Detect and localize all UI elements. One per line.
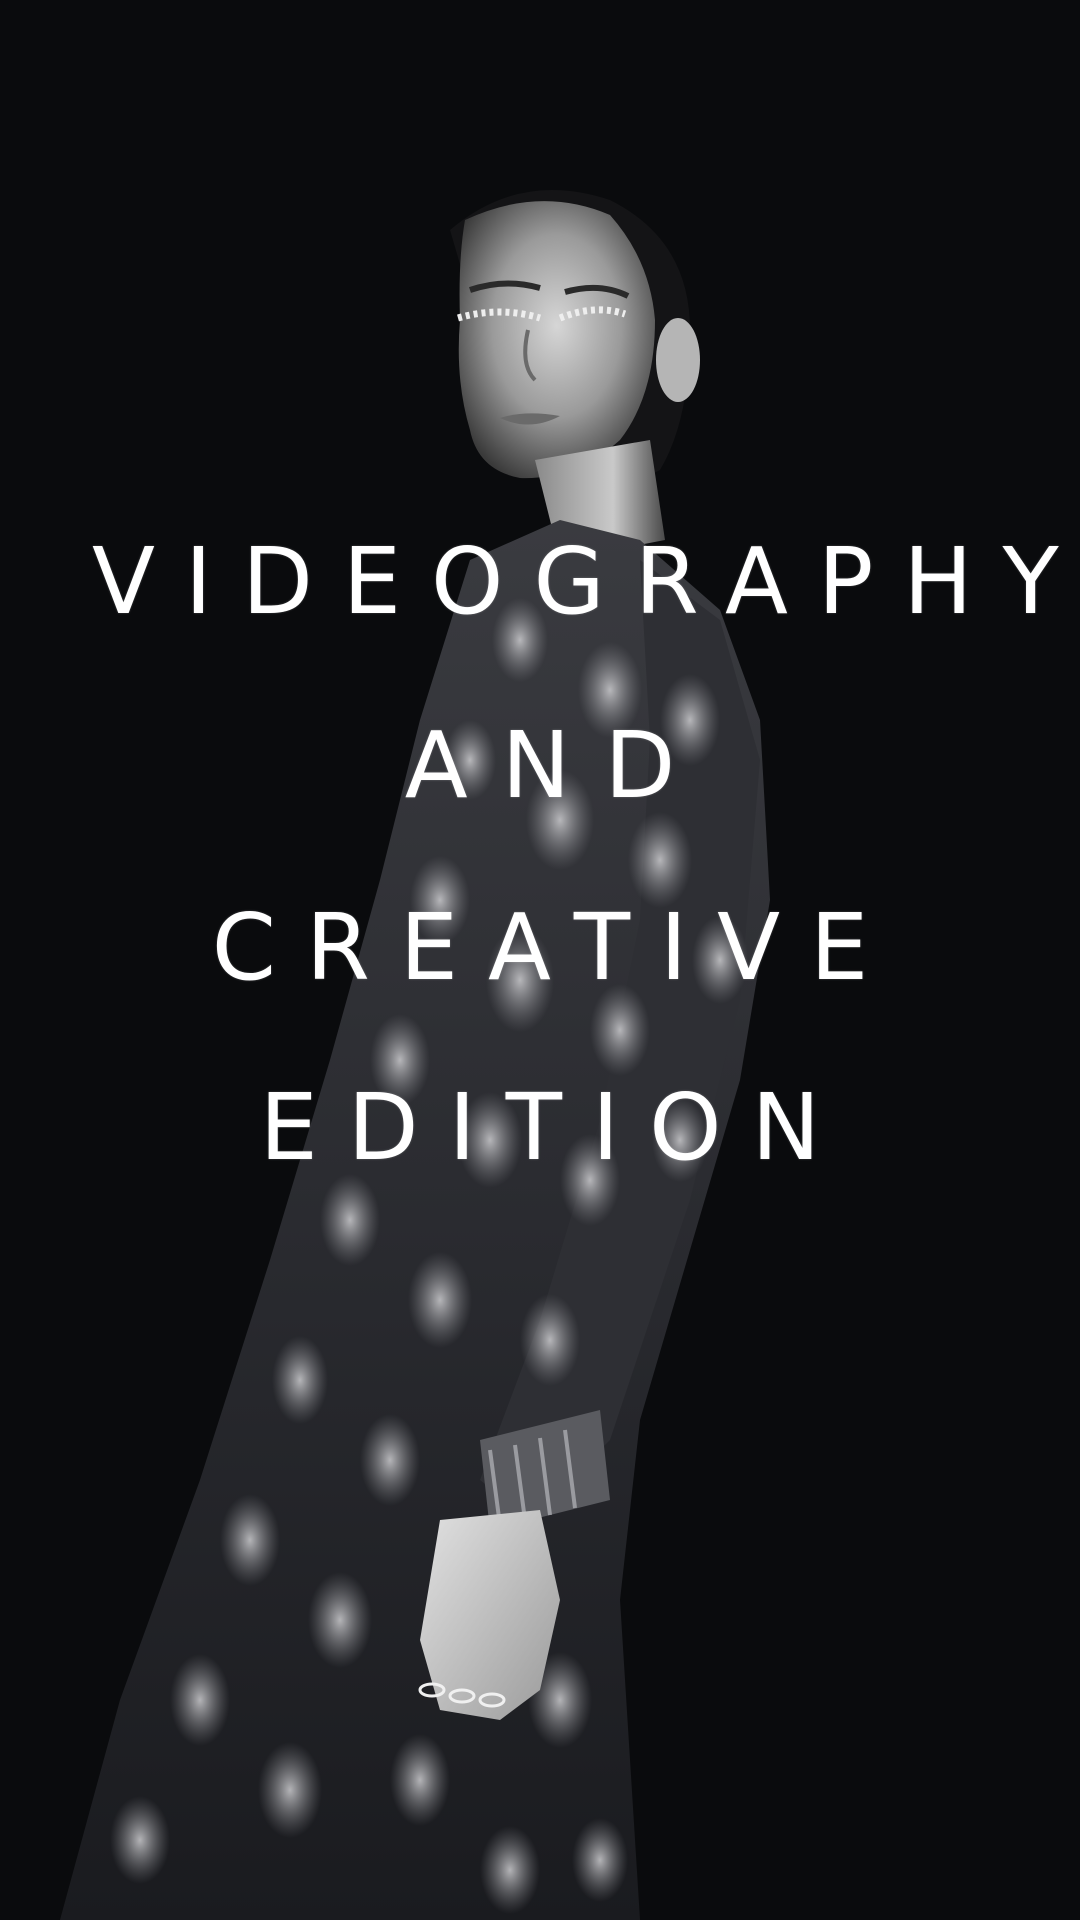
title-line-videography: VIDEOGRAPHY [92,528,1080,635]
poster: VIDEOGRAPHY AND CREATIVE EDITION [0,0,1080,1920]
title-line-edition: EDITION [259,1074,851,1181]
title-line-creative: CREATIVE [211,894,899,1001]
title-line-and: AND [404,712,710,819]
